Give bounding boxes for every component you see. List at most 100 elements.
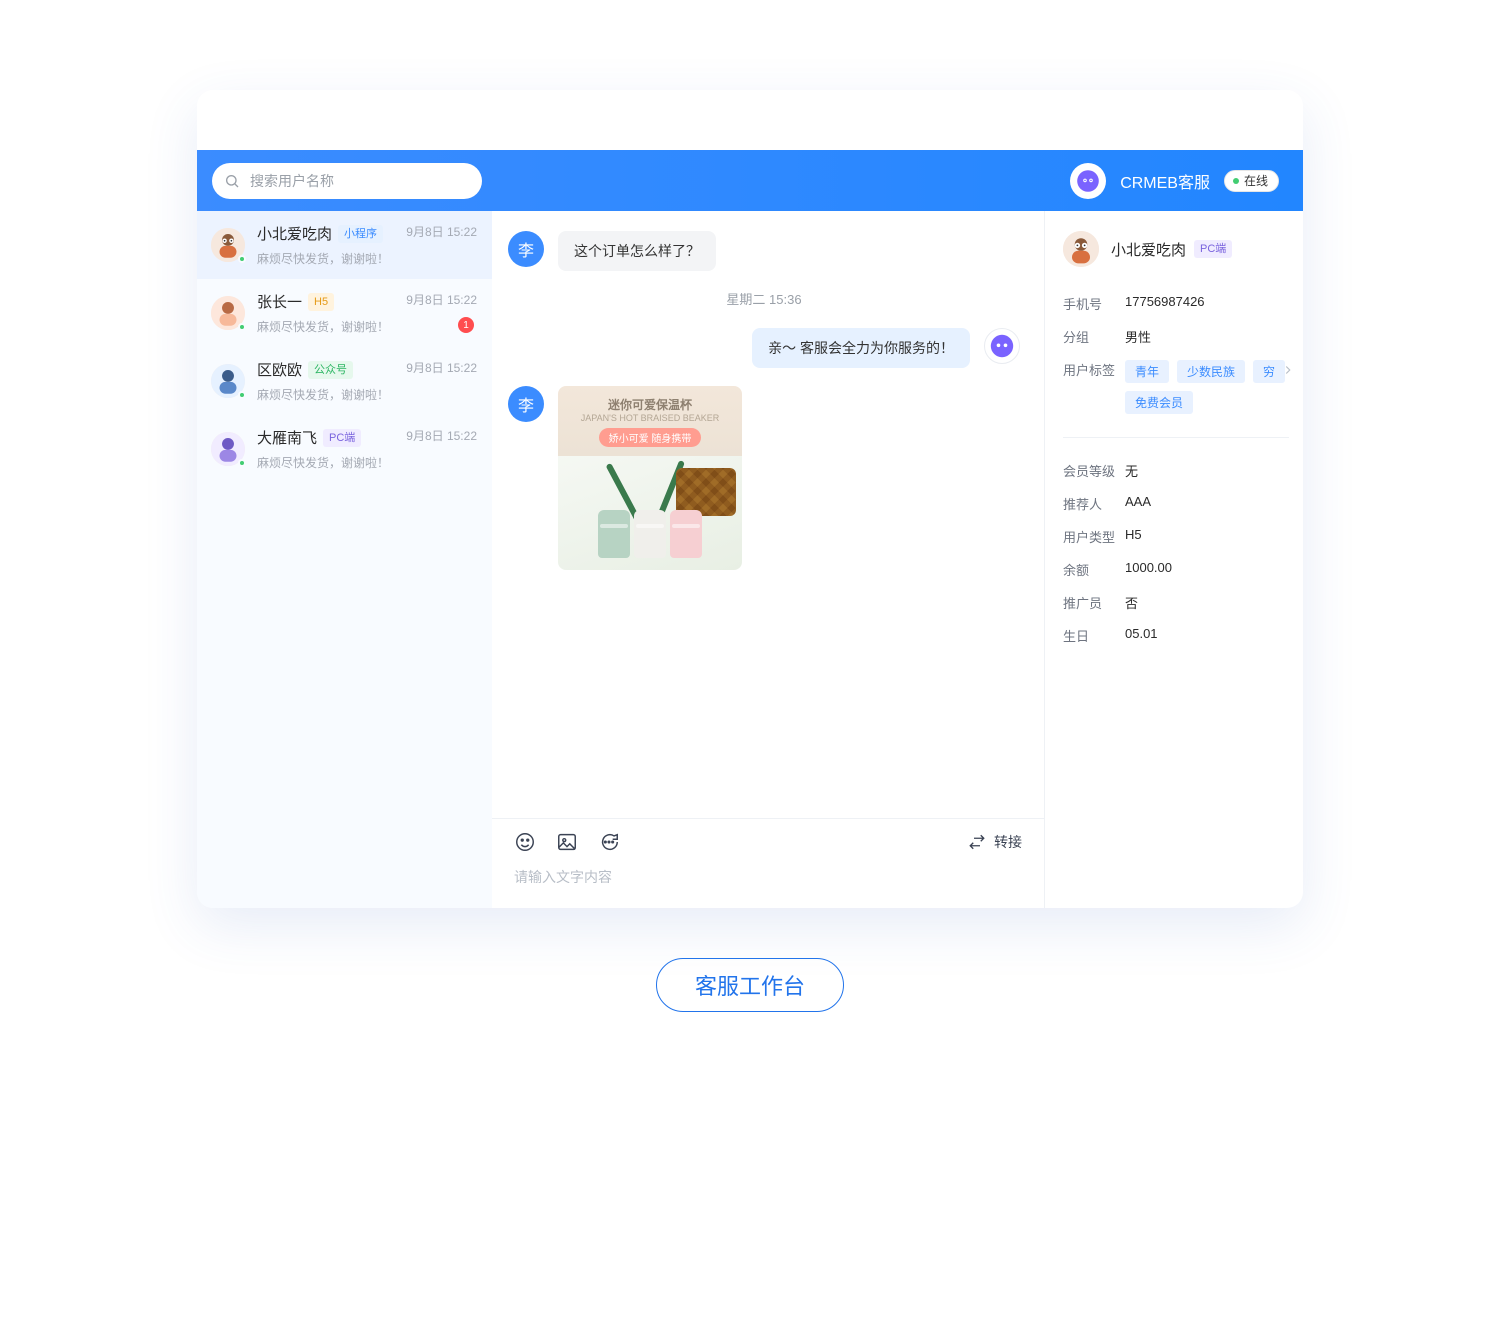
emoji-icon[interactable] (514, 831, 536, 853)
search-wrap (212, 163, 482, 199)
online-dot-icon (238, 459, 246, 467)
message-image[interactable]: 迷你可爱保温杯 JAPAN'S HOT BRAISED BEAKER 娇小可爱 … (558, 386, 742, 570)
window-top-pad (197, 90, 1303, 150)
image-icon[interactable] (556, 831, 578, 853)
divider (1063, 437, 1289, 438)
chat-input-area: 转接 (492, 818, 1044, 908)
conversation-item[interactable]: 大雁南飞 PC端麻烦尽快发货，谢谢啦！ 9月8日 15:22 (197, 415, 492, 483)
user-detail-row: 会员等级无 (1063, 454, 1289, 487)
user-detail-row: 分组男性 (1063, 320, 1289, 353)
source-tag: 小程序 (338, 225, 383, 243)
message-row-image: 李 迷你可爱保温杯 JAPAN'S HOT BRAISED BEAKER 娇小可… (508, 386, 1020, 570)
field-label: 会员等级 (1063, 461, 1125, 480)
field-label: 推广员 (1063, 593, 1125, 612)
online-dot-icon (238, 391, 246, 399)
field-label: 推荐人 (1063, 494, 1125, 513)
source-tag: 公众号 (308, 361, 353, 379)
agent-avatar (1070, 163, 1106, 199)
field-value: H5 (1125, 527, 1289, 542)
field-value: 17756987426 (1125, 294, 1289, 309)
field-value: 男性 (1125, 327, 1289, 346)
body-area: 小北爱吃肉小程序麻烦尽快发货，谢谢啦！9月8日 15:22张长一H5麻烦尽快发货… (197, 211, 1303, 908)
chat-bubble-icon[interactable] (598, 831, 620, 853)
online-dot-icon (238, 323, 246, 331)
message-row-user: 李 这个订单怎么样了？ (508, 231, 1020, 271)
header-right: CRMEB客服 在线 (1070, 163, 1279, 199)
conversation-name: 区欧欧 (257, 359, 302, 380)
conversation-time: 9月8日 15:22 (406, 291, 477, 308)
status-badge[interactable]: 在线 (1224, 170, 1279, 192)
user-source-tag: PC端 (1194, 240, 1232, 258)
cup-icon (634, 510, 666, 558)
field-label: 生日 (1063, 626, 1125, 645)
search-icon (224, 173, 240, 189)
user-tag[interactable]: 免费会员 (1125, 391, 1193, 414)
waffle-icon (676, 468, 736, 516)
source-tag: PC端 (323, 429, 361, 447)
user-tags-label: 用户标签 (1063, 360, 1125, 379)
input-toolbar: 转接 (514, 831, 1022, 853)
header-bar: CRMEB客服 在线 (197, 150, 1303, 211)
conversation-item[interactable]: 区欧欧公众号麻烦尽快发货，谢谢啦！9月8日 15:22 (197, 347, 492, 415)
user-detail-row: 余额1000.00 (1063, 553, 1289, 586)
online-dot-icon (238, 255, 246, 263)
field-label: 分组 (1063, 327, 1125, 346)
user-avatar (211, 228, 245, 262)
message-row-agent: 亲～ 客服会全力为你服务的！ (508, 328, 1020, 368)
conversation-list: 小北爱吃肉小程序麻烦尽快发货，谢谢啦！9月8日 15:22张长一H5麻烦尽快发货… (197, 211, 492, 908)
field-value: 05.01 (1125, 626, 1289, 641)
page-title-pill: 客服工作台 (656, 958, 844, 1012)
message-input[interactable] (514, 867, 1022, 883)
product-image-tag: 娇小可爱 随身携带 (599, 428, 702, 447)
conversation-name: 大雁南飞 (257, 427, 317, 448)
chevron-right-icon[interactable] (1281, 363, 1295, 380)
conversation-preview: 麻烦尽快发货，谢谢啦！ (257, 386, 477, 403)
transfer-button[interactable]: 转接 (968, 832, 1022, 852)
user-tags-row: 用户标签 青年少数民族穷免费会员 (1063, 353, 1289, 421)
user-detail-panel: 小北爱吃肉 PC端 手机号17756987426分组男性 用户标签 青年少数民族… (1045, 211, 1303, 908)
conversation-item[interactable]: 张长一H5麻烦尽快发货，谢谢啦！9月8日 15:221 (197, 279, 492, 347)
field-label: 用户类型 (1063, 527, 1125, 546)
cup-icon (598, 510, 630, 558)
time-divider: 星期二 15:36 (508, 289, 1020, 308)
user-detail-row: 推广员否 (1063, 586, 1289, 619)
transfer-icon (968, 833, 986, 851)
user-tag[interactable]: 少数民族 (1177, 360, 1245, 383)
field-value: 否 (1125, 593, 1289, 612)
user-avatar (211, 296, 245, 330)
field-value: 无 (1125, 461, 1289, 480)
conversation-time: 9月8日 15:22 (406, 427, 477, 444)
user-tags: 青年少数民族穷免费会员 (1125, 360, 1289, 414)
cup-icon (670, 510, 702, 558)
chat-messages[interactable]: 李 这个订单怎么样了？ 星期二 15:36 亲～ 客服会全力为你服务的！ 李 迷… (492, 211, 1044, 818)
agent-avatar-small (984, 328, 1020, 364)
app-window: CRMEB客服 在线 小北爱吃肉小程序麻烦尽快发货，谢谢啦！9月8日 15:22… (197, 90, 1303, 908)
user-detail-name: 小北爱吃肉 (1111, 239, 1186, 260)
field-value: AAA (1125, 494, 1289, 509)
conversation-name: 张长一 (257, 291, 302, 312)
conversation-preview: 麻烦尽快发货，谢谢啦！ (257, 454, 477, 471)
product-image-subtitle: JAPAN'S HOT BRAISED BEAKER (581, 413, 719, 423)
field-value: 1000.00 (1125, 560, 1289, 575)
transfer-label: 转接 (994, 832, 1022, 852)
status-dot-icon (1233, 178, 1239, 184)
chat-panel: 李 这个订单怎么样了？ 星期二 15:36 亲～ 客服会全力为你服务的！ 李 迷… (492, 211, 1045, 908)
search-input[interactable] (212, 163, 482, 199)
user-avatar: 李 (508, 386, 544, 422)
message-bubble: 这个订单怎么样了？ (558, 231, 716, 271)
user-detail-row: 手机号17756987426 (1063, 287, 1289, 320)
user-avatar: 李 (508, 231, 544, 267)
conversation-preview: 麻烦尽快发货，谢谢啦！ (257, 318, 477, 335)
conversation-name: 小北爱吃肉 (257, 223, 332, 244)
product-image-title: 迷你可爱保温杯 (608, 396, 692, 413)
user-avatar (1063, 231, 1099, 267)
conversation-time: 9月8日 15:22 (406, 223, 477, 240)
status-text: 在线 (1244, 172, 1268, 189)
user-detail-row: 生日05.01 (1063, 619, 1289, 652)
user-tag[interactable]: 青年 (1125, 360, 1169, 383)
user-avatar (211, 364, 245, 398)
user-detail-header: 小北爱吃肉 PC端 (1063, 231, 1289, 267)
conversation-preview: 麻烦尽快发货，谢谢啦！ (257, 250, 477, 267)
message-bubble: 亲～ 客服会全力为你服务的！ (752, 328, 970, 368)
conversation-item[interactable]: 小北爱吃肉小程序麻烦尽快发货，谢谢啦！ 9月8日 15:22 (197, 211, 492, 279)
